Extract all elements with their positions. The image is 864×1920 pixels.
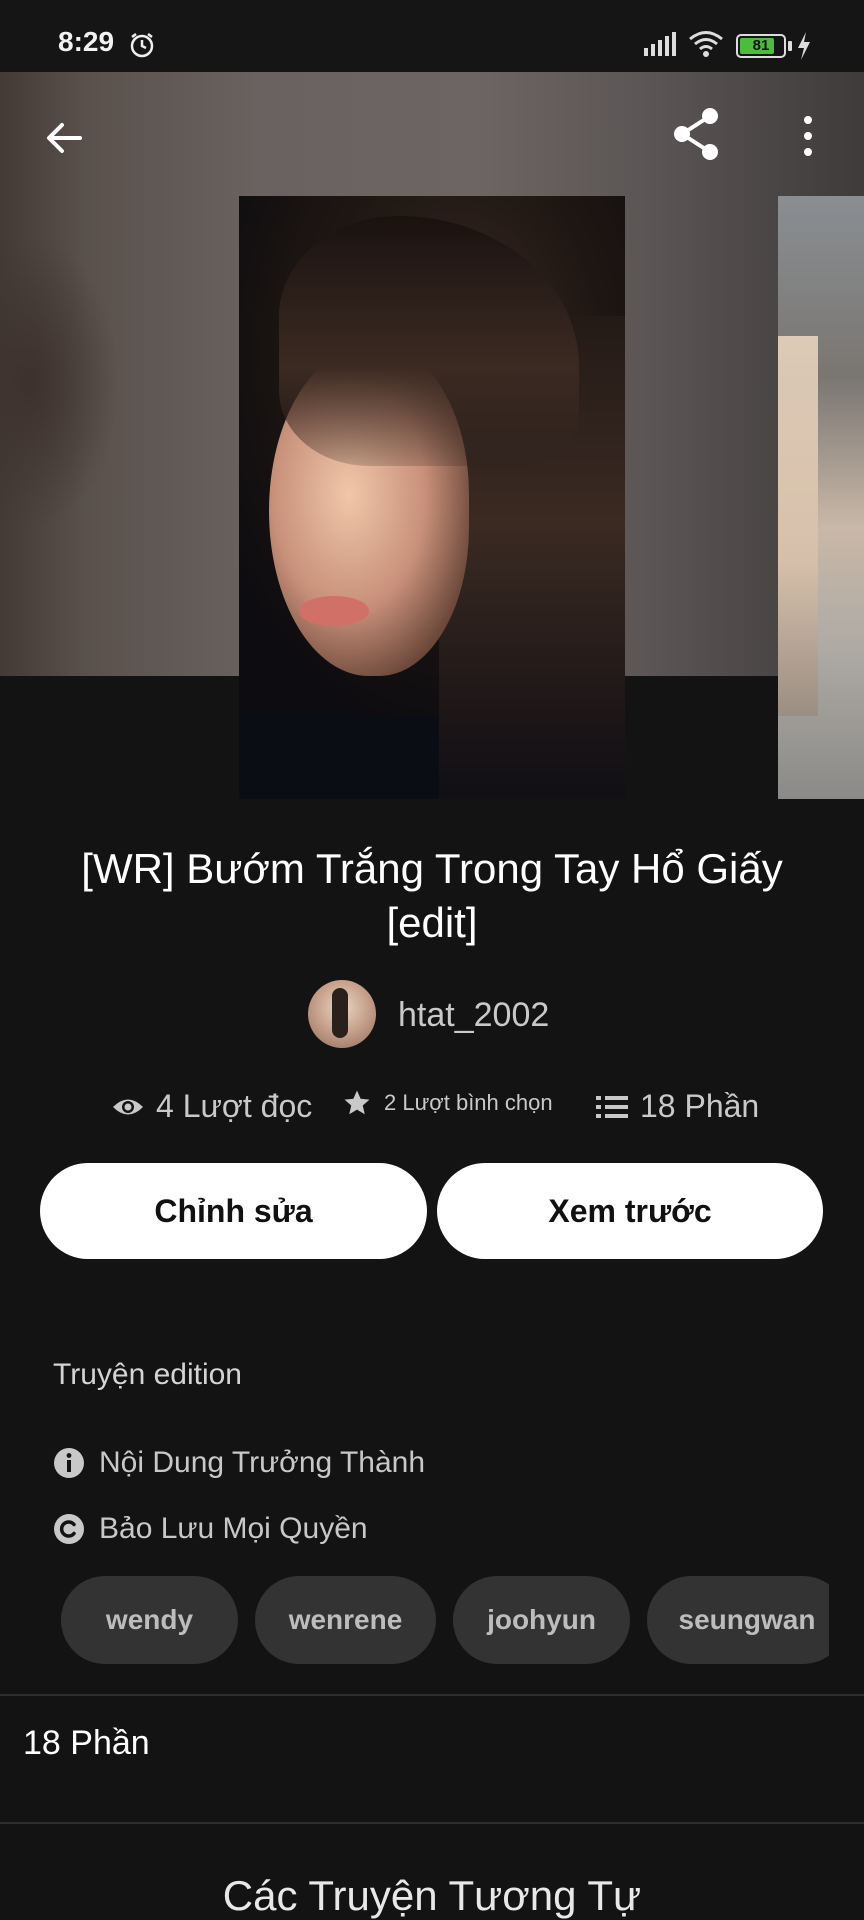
parts-count-stat: 18 Phần bbox=[640, 1088, 760, 1124]
divider bbox=[0, 1822, 864, 1824]
battery-level: 81 bbox=[752, 37, 770, 54]
wifi-icon bbox=[689, 31, 723, 57]
story-title: [WR] Bướm Trắng Trong Tay Hổ Giấy [edit] bbox=[60, 842, 804, 950]
avatar[interactable] bbox=[308, 980, 376, 1048]
copyright-label: Bảo Lưu Mọi Quyền bbox=[99, 1512, 368, 1545]
status-bar: 8:29 81 bbox=[0, 0, 864, 72]
tag-chip[interactable]: joohyun bbox=[453, 1576, 630, 1664]
similar-stories-title: Các Truyện Tương Tự bbox=[222, 1872, 642, 1919]
story-title-line-2: [edit] bbox=[386, 899, 478, 946]
reads-stat: 4 Lượt đọc bbox=[112, 1088, 312, 1125]
battery-icon: 81 bbox=[736, 34, 786, 58]
share-icon[interactable] bbox=[668, 106, 724, 162]
star-icon bbox=[344, 1090, 370, 1115]
mature-content-row: Nội Dung Trưởng Thành bbox=[53, 1446, 425, 1480]
parts-section-label[interactable]: 18 Phần bbox=[23, 1724, 150, 1763]
copyright-icon bbox=[54, 1514, 84, 1544]
eye-icon bbox=[113, 1099, 143, 1114]
info-icon bbox=[54, 1448, 84, 1478]
votes-stat: 2 Lượt bình chọn bbox=[342, 1088, 553, 1118]
alarm-icon bbox=[130, 33, 154, 58]
parts-stat: 18 Phần bbox=[596, 1088, 759, 1125]
story-description: Truyện edition bbox=[53, 1358, 242, 1391]
author-row[interactable]: htat_2002 bbox=[0, 980, 864, 1050]
mature-content-label: Nội Dung Trưởng Thành bbox=[99, 1446, 426, 1479]
tag-chip[interactable]: wendy bbox=[61, 1576, 238, 1664]
divider bbox=[0, 1694, 864, 1696]
arrow-left-icon[interactable] bbox=[40, 114, 88, 162]
preview-button[interactable]: Xem trước bbox=[437, 1163, 823, 1259]
story-cover[interactable] bbox=[239, 196, 625, 799]
tag-chip[interactable]: seungwan bbox=[647, 1576, 829, 1664]
signal-icon bbox=[644, 32, 676, 56]
status-time: 8:29 bbox=[58, 26, 115, 57]
votes-count: 2 Lượt bình chọn bbox=[384, 1090, 553, 1115]
next-story-cover[interactable] bbox=[778, 196, 864, 799]
author-name[interactable]: htat_2002 bbox=[398, 996, 549, 1035]
copyright-row: Bảo Lưu Mọi Quyền bbox=[53, 1512, 368, 1546]
charging-icon bbox=[798, 32, 810, 60]
tag-list: wendy wenrene joohyun seungwan bbox=[61, 1576, 829, 1664]
edit-button[interactable]: Chỉnh sửa bbox=[40, 1163, 427, 1259]
story-title-line-1: [WR] Bướm Trắng Trong Tay Hổ Giấy bbox=[81, 845, 783, 892]
story-stats: 4 Lượt đọc 2 Lượt bình chọn 18 Phần bbox=[0, 1088, 864, 1132]
tag-chip[interactable]: wenrene bbox=[255, 1576, 436, 1664]
reads-count: 4 Lượt đọc bbox=[156, 1088, 313, 1124]
more-vertical-icon[interactable] bbox=[796, 112, 820, 160]
list-icon bbox=[596, 1095, 628, 1118]
